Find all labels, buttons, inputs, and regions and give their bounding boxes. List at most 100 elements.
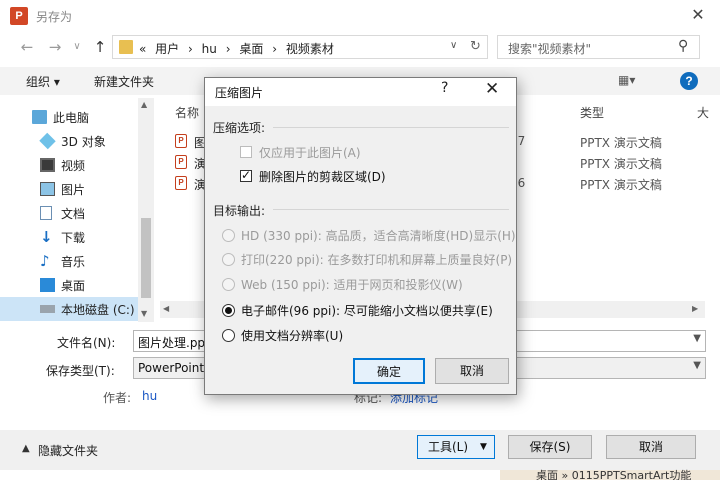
breadcrumb-sep: › [272,42,277,56]
breadcrumb-users[interactable]: 用户 [155,42,179,56]
tools-label: 工具(L) [428,440,469,454]
sidebar-item-this-pc[interactable]: 此电脑 [0,105,150,129]
radio-document-resolution[interactable] [222,329,235,342]
new-folder-button[interactable]: 新建文件夹 [94,73,154,90]
ok-button[interactable]: 确定 [353,358,425,384]
chevron-up-icon[interactable]: ▲ [22,443,30,454]
sidebar-item-label: 下载 [61,231,86,245]
pc-icon [32,110,47,124]
back-arrow-icon[interactable]: ← [18,38,36,56]
breadcrumb-video-material[interactable]: 视频素材 [286,42,334,56]
compression-options-header: 压缩选项: [213,121,266,135]
divider [273,209,509,210]
filename-label: 文件名(N): [57,336,116,350]
address-dropdown-icon[interactable]: ∨ [450,40,457,51]
sidebar-item-label: 此电脑 [53,111,90,125]
breadcrumb-hu[interactable]: hu [202,42,217,56]
recent-dropdown-icon[interactable]: ∨ [68,38,86,56]
sidebar-item-label: 图片 [61,183,86,197]
tools-button[interactable]: 工具(L) ▼ [417,435,495,459]
delete-cropped-label: 删除图片的剪裁区域(D) [259,170,386,184]
search-icon[interactable]: ⚲ [678,38,688,54]
target-output-header: 目标输出: [213,204,266,218]
sidebar-item-label: 3D 对象 [61,135,106,149]
column-header-type[interactable]: 类型 [580,104,604,121]
breadcrumb: « 用户 › hu › 桌面 › 视频素材 [139,40,339,57]
address-bar[interactable]: « 用户 › hu › 桌面 › 视频素材 ∨ ↻ [112,35,488,59]
option-hd-label: HD (330 ppi): 高品质，适合高清晰度(HD)显示(H) [241,229,516,243]
view-options-icon[interactable]: ▦▾ [618,73,635,87]
radio-selected-dot [225,307,232,314]
sidebar-item-desktop[interactable]: 桌面 [0,273,150,297]
filetype-label: 保存类型(T): [46,364,115,378]
scrollbar-thumb[interactable] [141,218,151,298]
document-icon [40,206,52,220]
cube-icon [39,132,56,150]
radio-print[interactable] [222,253,235,266]
scroll-right-icon[interactable]: ▶ [692,304,698,313]
picture-icon [40,182,55,196]
author-value[interactable]: hu [142,389,157,403]
only-this-picture-label: 仅应用于此图片(A) [259,146,361,160]
dialog-cancel-button[interactable]: 取消 [435,358,509,384]
forward-arrow-icon[interactable]: → [46,38,64,56]
sidebar-item-pictures[interactable]: 图片 [0,177,150,201]
pptx-file-icon: P [175,155,187,169]
option-document-resolution-label: 使用文档分辨率(U) [241,329,344,343]
column-header-name[interactable]: 名称 [175,104,199,121]
sidebar-item-label: 视频 [61,159,86,173]
sidebar-item-local-disk[interactable]: 本地磁盘 (C:) [0,297,138,321]
pptx-file-icon: P [175,176,187,190]
only-this-picture-checkbox[interactable] [240,146,252,158]
close-icon[interactable]: ✕ [485,79,499,99]
scroll-left-icon[interactable]: ◀ [163,304,169,313]
breadcrumb-sep: › [225,42,231,56]
sidebar-scrollbar[interactable]: ▲ ▼ [138,98,154,322]
powerpoint-icon: P [10,7,28,25]
bottom-bar: ▲ 隐藏文件夹 工具(L) ▼ 保存(S) 取消 [0,430,720,470]
organize-menu[interactable]: 组织 ▾ [26,73,60,90]
column-header-size[interactable]: 大 [697,104,709,121]
breadcrumb-overflow[interactable]: « [139,42,146,56]
filename-value: 图片处理.ppt [138,336,210,350]
dialog-title: 压缩图片 [215,86,264,100]
chevron-down-icon[interactable]: ▼ [693,360,701,371]
option-email-label: 电子邮件(96 ppi): 尽可能缩小文档以便共享(E) [241,304,493,318]
sidebar-item-downloads[interactable]: ↓ 下载 [0,225,150,249]
delete-cropped-checkbox[interactable]: ✓ [240,168,252,182]
sidebar-item-videos[interactable]: 视频 [0,153,150,177]
scroll-down-icon[interactable]: ▼ [141,309,147,318]
desktop-icon [40,278,55,292]
window-title: 另存为 [36,10,73,24]
radio-email[interactable] [222,304,235,317]
hide-folders-toggle[interactable]: 隐藏文件夹 [38,442,98,459]
cancel-button[interactable]: 取消 [606,435,696,459]
refresh-icon[interactable]: ↻ [470,38,486,56]
folder-icon [119,40,133,54]
background-window-strip: 桌面 » 0115PPTSmartArt功能 [500,469,720,480]
radio-hd[interactable] [222,229,235,242]
drive-icon [40,305,55,313]
author-label: 作者: [103,391,132,405]
title-bar: P 另存为 ✕ [0,0,720,32]
sidebar-item-music[interactable]: ♪ 音乐 [0,249,150,273]
sidebar-item-documents[interactable]: 文档 [0,201,150,225]
help-icon[interactable]: ? [680,72,698,90]
compress-pictures-dialog: 压缩图片 ? ✕ 压缩选项: 仅应用于此图片(A) ✓ 删除图片的剪裁区域(D)… [204,77,517,395]
up-arrow-icon[interactable]: ↑ [91,38,109,56]
sidebar-item-3d-objects[interactable]: 3D 对象 [0,129,150,153]
radio-web[interactable] [222,278,235,291]
close-icon[interactable]: ✕ [686,4,710,28]
scroll-up-icon[interactable]: ▲ [141,100,147,109]
background-path-text: 桌面 » 0115PPTSmartArt功能 [536,469,692,480]
save-button[interactable]: 保存(S) [508,435,592,459]
chevron-down-icon[interactable]: ▼ [693,333,701,344]
video-icon [40,158,55,172]
help-icon[interactable]: ? [441,80,448,96]
sidebar-item-label: 本地磁盘 (C:) [61,303,135,317]
file-type: PPTX 演示文稿 [580,157,662,171]
search-box[interactable]: 搜索"视频素材" ⚲ [497,35,700,59]
chevron-down-icon[interactable]: ▼ [480,436,487,458]
breadcrumb-desktop[interactable]: 桌面 [239,42,263,56]
breadcrumb-sep: › [188,42,193,56]
